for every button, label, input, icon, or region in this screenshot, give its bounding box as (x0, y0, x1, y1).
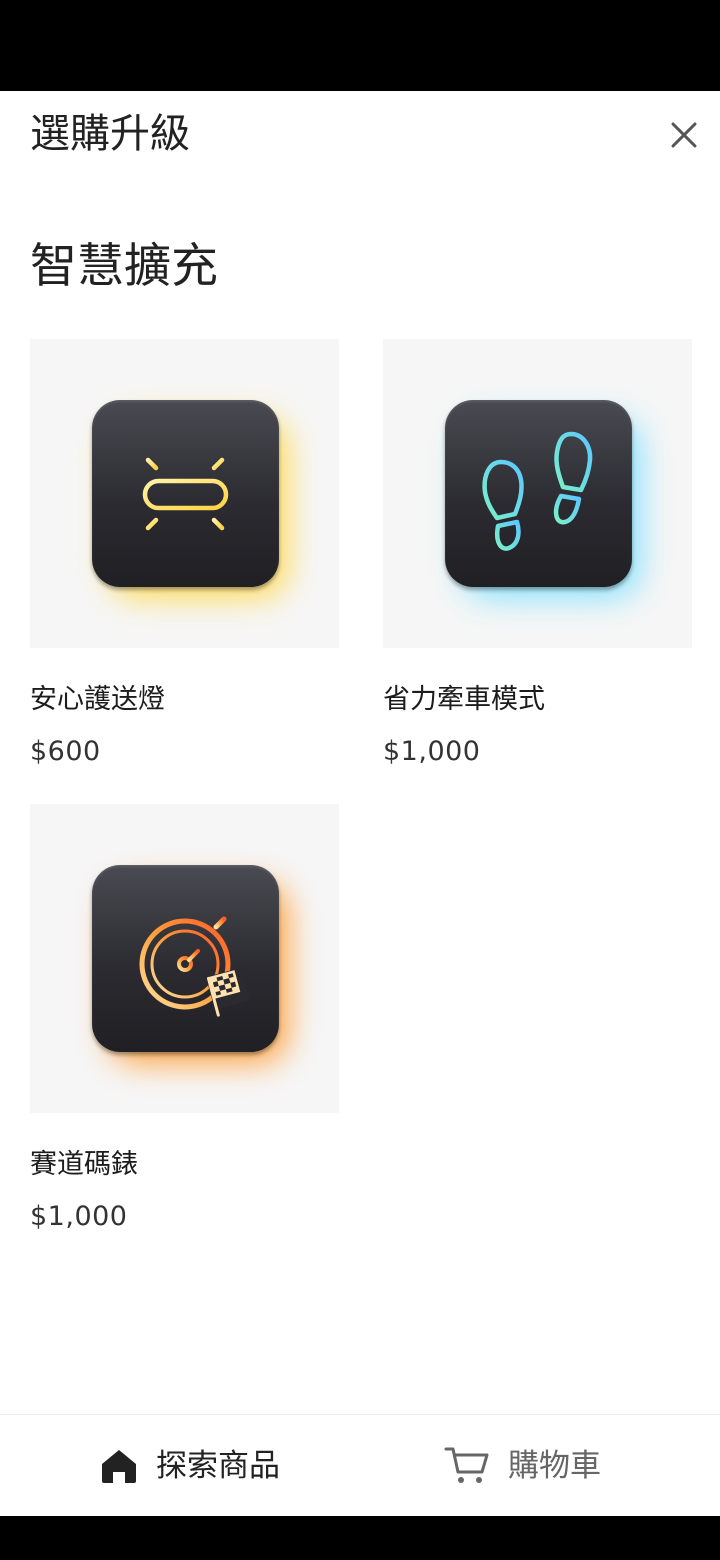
icon-tile (445, 400, 632, 587)
product-thumbnail (30, 804, 339, 1113)
product-card-escort-light[interactable]: 安心護送燈 $600 (30, 339, 339, 770)
nav-cart-label: 購物車 (508, 1448, 601, 1484)
stopwatch-flag-icon (139, 908, 250, 1017)
nav-cart[interactable]: 購物車 (444, 1415, 601, 1517)
home-icon (102, 1450, 136, 1483)
light-bar-icon (113, 451, 258, 535)
icon-tile (92, 865, 279, 1052)
nav-explore-products[interactable]: 探索商品 (100, 1415, 280, 1517)
close-icon (671, 122, 697, 148)
product-card-track-stopwatch[interactable]: 賽道碼錶 $1,000 (30, 804, 339, 1235)
bottom-nav: 探索商品 購物車 (0, 1414, 720, 1517)
product-card-walk-assist[interactable]: 省力牽車模式 $1,000 (383, 339, 692, 770)
product-price: $600 (30, 736, 101, 767)
system-navigation-bar (0, 1516, 720, 1560)
close-button[interactable] (664, 115, 704, 155)
sheet-title: 選購升級 (30, 111, 190, 157)
section-heading: 智慧擴充 (30, 239, 218, 294)
product-name: 省力牽車模式 (383, 684, 545, 715)
product-price: $1,000 (30, 1201, 128, 1232)
upgrade-sheet: 選購升級 智慧擴充 安心護送燈 $600 省力牽車模式 $1,000 賽道碼錶 … (0, 91, 720, 1516)
product-name: 安心護送燈 (30, 684, 165, 715)
icon-tile (92, 400, 279, 587)
cart-icon (444, 1447, 489, 1483)
nav-explore-label: 探索商品 (156, 1448, 280, 1484)
product-price: $1,000 (383, 736, 481, 767)
product-thumbnail (383, 339, 692, 648)
product-thumbnail (30, 339, 339, 648)
product-name: 賽道碼錶 (30, 1149, 138, 1180)
footprints-icon (482, 431, 593, 551)
status-bar (0, 0, 720, 91)
